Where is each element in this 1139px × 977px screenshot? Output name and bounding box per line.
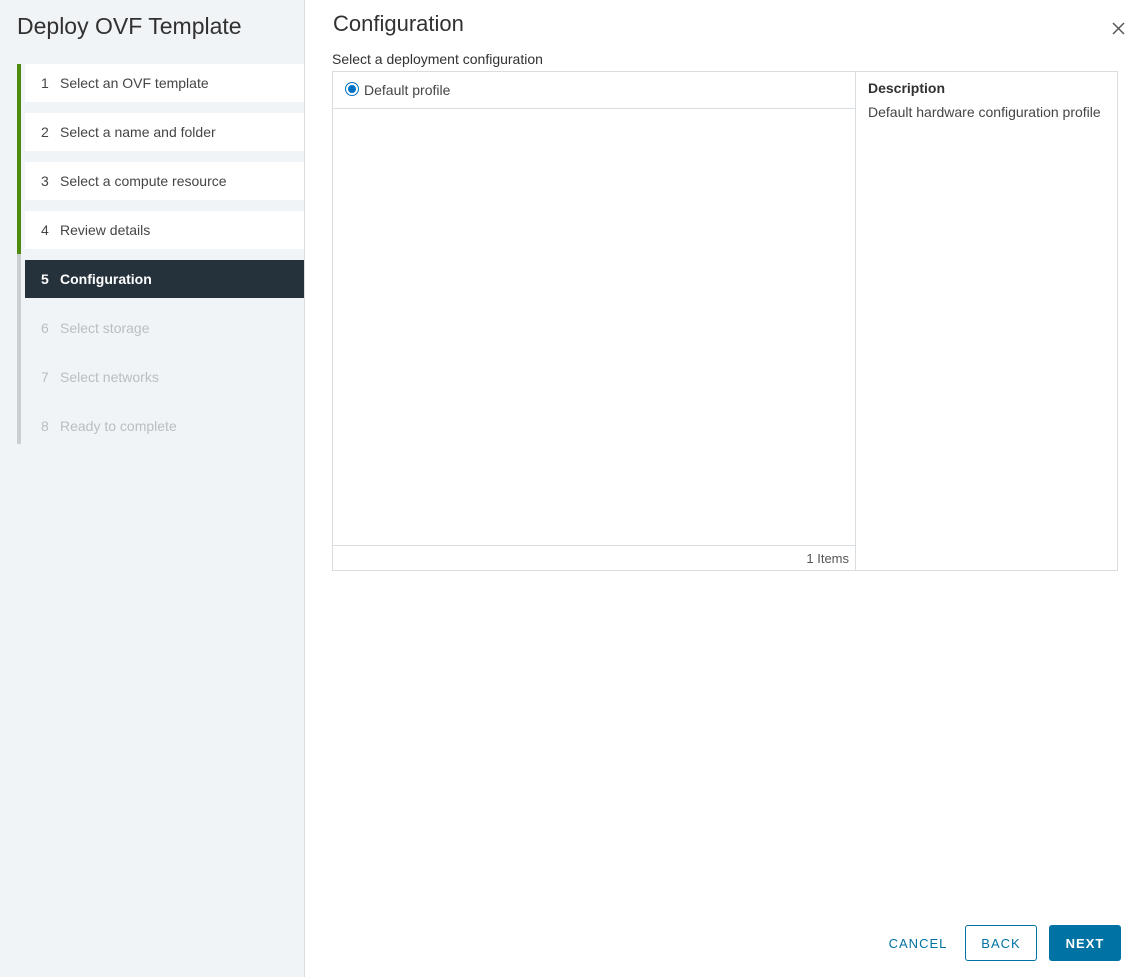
step-configuration[interactable]: 5 Configuration bbox=[17, 254, 304, 303]
cancel-button[interactable]: CANCEL bbox=[883, 925, 953, 961]
step-review-details[interactable]: 4 Review details bbox=[17, 205, 304, 254]
description-heading: Description bbox=[868, 80, 946, 96]
step-progress-bar bbox=[17, 205, 21, 254]
step-progress-bar bbox=[17, 303, 21, 352]
configuration-list: Default profile 1 Items bbox=[333, 72, 856, 570]
section-subtitle: Select a deployment configuration bbox=[332, 51, 543, 67]
step-progress-bar bbox=[17, 401, 21, 444]
step-number: 3 bbox=[41, 173, 49, 189]
step-label: Review details bbox=[60, 222, 151, 238]
step-number: 1 bbox=[41, 75, 49, 91]
step-progress-bar bbox=[17, 107, 21, 156]
description-panel: Description Default hardware configurati… bbox=[868, 76, 1108, 124]
wizard-footer: CANCEL BACK NEXT bbox=[883, 925, 1121, 961]
profile-label: Default profile bbox=[364, 82, 451, 98]
step-label: Configuration bbox=[60, 271, 152, 287]
step-label: Select storage bbox=[60, 320, 150, 336]
step-number: 2 bbox=[41, 124, 49, 140]
table-row[interactable]: Default profile bbox=[333, 72, 855, 109]
step-progress-bar bbox=[17, 64, 21, 107]
next-button[interactable]: NEXT bbox=[1049, 925, 1121, 961]
page-title: Configuration bbox=[333, 11, 464, 36]
step-label: Select networks bbox=[60, 369, 159, 385]
item-count: 1 Items bbox=[806, 550, 849, 566]
step-number: 5 bbox=[41, 271, 49, 287]
step-number: 4 bbox=[41, 222, 49, 238]
close-icon[interactable] bbox=[1108, 18, 1130, 40]
configuration-grid: Default profile 1 Items Description Defa… bbox=[332, 71, 1118, 571]
back-button[interactable]: BACK bbox=[965, 925, 1037, 961]
step-label: Select an OVF template bbox=[60, 75, 209, 91]
step-label: Ready to complete bbox=[60, 418, 177, 434]
step-number: 7 bbox=[41, 369, 49, 385]
step-select-compute-resource[interactable]: 3 Select a compute resource bbox=[17, 156, 304, 205]
description-text: Default hardware configuration profile bbox=[868, 104, 1101, 120]
grid-footer: 1 Items bbox=[333, 545, 855, 570]
wizard-steps: 1 Select an OVF template 2 Select a name… bbox=[17, 64, 304, 456]
step-label: Select a name and folder bbox=[60, 124, 216, 140]
step-select-ovf-template[interactable]: 1 Select an OVF template bbox=[17, 64, 304, 107]
step-progress-bar bbox=[17, 156, 21, 205]
step-select-networks: 7 Select networks bbox=[17, 352, 304, 401]
step-ready-to-complete: 8 Ready to complete bbox=[17, 401, 304, 445]
radio-button[interactable] bbox=[345, 82, 359, 96]
step-select-storage: 6 Select storage bbox=[17, 303, 304, 352]
wizard-sidebar: Deploy OVF Template 1 Select an OVF temp… bbox=[0, 0, 305, 977]
step-label: Select a compute resource bbox=[60, 173, 227, 189]
step-select-name-folder[interactable]: 2 Select a name and folder bbox=[17, 107, 304, 156]
step-progress-bar bbox=[17, 254, 21, 303]
wizard-title: Deploy OVF Template bbox=[17, 13, 242, 39]
step-progress-bar bbox=[17, 352, 21, 401]
step-number: 6 bbox=[41, 320, 49, 336]
step-number: 8 bbox=[41, 418, 49, 434]
